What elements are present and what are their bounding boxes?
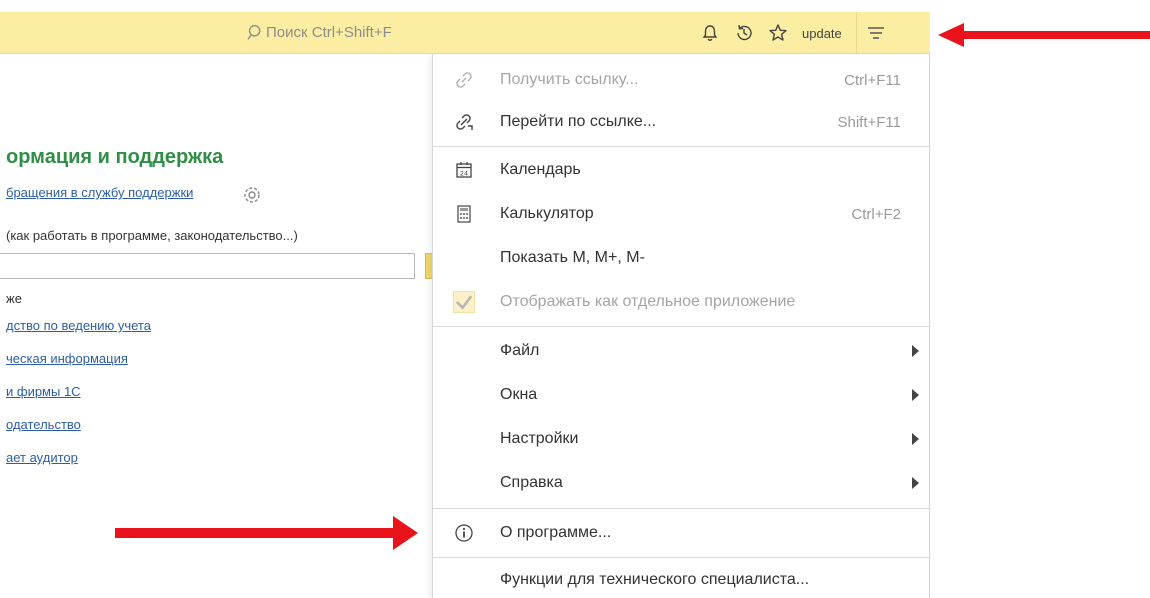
main-menu-button[interactable] [855, 12, 896, 54]
search-icon [247, 24, 261, 40]
submenu-arrow-icon [912, 477, 919, 489]
star-icon[interactable] [768, 23, 788, 43]
shortcut: Shift+F11 [837, 113, 901, 131]
link-auditor[interactable]: ает аудитор [6, 450, 151, 483]
submenu-arrow-icon [912, 345, 919, 357]
menu-separator [433, 146, 929, 147]
red-arrow-to-menu-button [938, 23, 1150, 47]
link-1c-news[interactable]: и фирмы 1С [6, 384, 151, 417]
link-icon [453, 69, 475, 91]
info-icon [453, 522, 475, 544]
submenu-arrow-icon [912, 389, 919, 401]
svg-text:24: 24 [460, 170, 468, 178]
support-links-list: дство по ведению учета ческая информация… [6, 318, 151, 483]
global-search-input[interactable]: Поиск Ctrl+Shift+F [247, 18, 432, 46]
bell-icon[interactable] [700, 23, 720, 43]
check-icon [453, 291, 475, 313]
menu-item-file[interactable]: Файл [433, 333, 929, 369]
link-legislation[interactable]: одательство [6, 417, 151, 450]
menu-separator [433, 326, 929, 327]
shortcut: Ctrl+F2 [851, 205, 901, 223]
page-title: ормация и поддержка [6, 146, 224, 168]
main-menu-dropdown: Получить ссылку... Ctrl+F11 Перейти по с… [432, 54, 930, 598]
menu-separator [433, 508, 929, 509]
menu-item-calculator[interactable]: Калькулятор Ctrl+F2 [433, 196, 929, 232]
search-hint: (как работать в программе, законодательс… [6, 228, 298, 243]
menu-item-get-link[interactable]: Получить ссылку... Ctrl+F11 [433, 62, 929, 98]
calendar-icon: 24 [453, 159, 475, 181]
calculator-icon [453, 203, 475, 225]
submenu-arrow-icon [912, 433, 919, 445]
section-label: же [6, 291, 22, 306]
menu-item-separate-app[interactable]: Отображать как отдельное приложение [433, 284, 929, 320]
menu-item-calendar[interactable]: 24 Календарь [433, 152, 929, 188]
menu-item-about[interactable]: О программе... [433, 515, 929, 551]
top-bar: Поиск Ctrl+Shift+F update [0, 12, 930, 54]
history-icon[interactable] [734, 23, 754, 43]
menu-icon [868, 27, 885, 39]
menu-separator [433, 557, 929, 558]
red-arrow-to-about-item [115, 516, 418, 550]
link-reference-info[interactable]: ческая информация [6, 351, 151, 384]
menu-item-settings[interactable]: Настройки [433, 421, 929, 457]
menu-item-help[interactable]: Справка [433, 465, 929, 501]
link-accounting-guide[interactable]: дство по ведению учета [6, 318, 151, 351]
goto-link-icon [453, 111, 475, 133]
user-name[interactable]: update [802, 26, 842, 41]
shortcut: Ctrl+F11 [844, 71, 901, 89]
menu-item-show-memory[interactable]: Показать М, М+, М- [433, 240, 929, 276]
menu-item-tech-functions[interactable]: Функции для технического специалиста... [433, 562, 929, 598]
menu-item-windows[interactable]: Окна [433, 377, 929, 413]
support-requests-link[interactable]: бращения в службу поддержки [6, 185, 193, 200]
support-search-input[interactable] [0, 253, 415, 279]
gear-icon[interactable] [242, 185, 262, 205]
search-placeholder: Поиск Ctrl+Shift+F [266, 23, 392, 41]
menu-item-go-to-link[interactable]: Перейти по ссылке... Shift+F11 [433, 104, 929, 140]
